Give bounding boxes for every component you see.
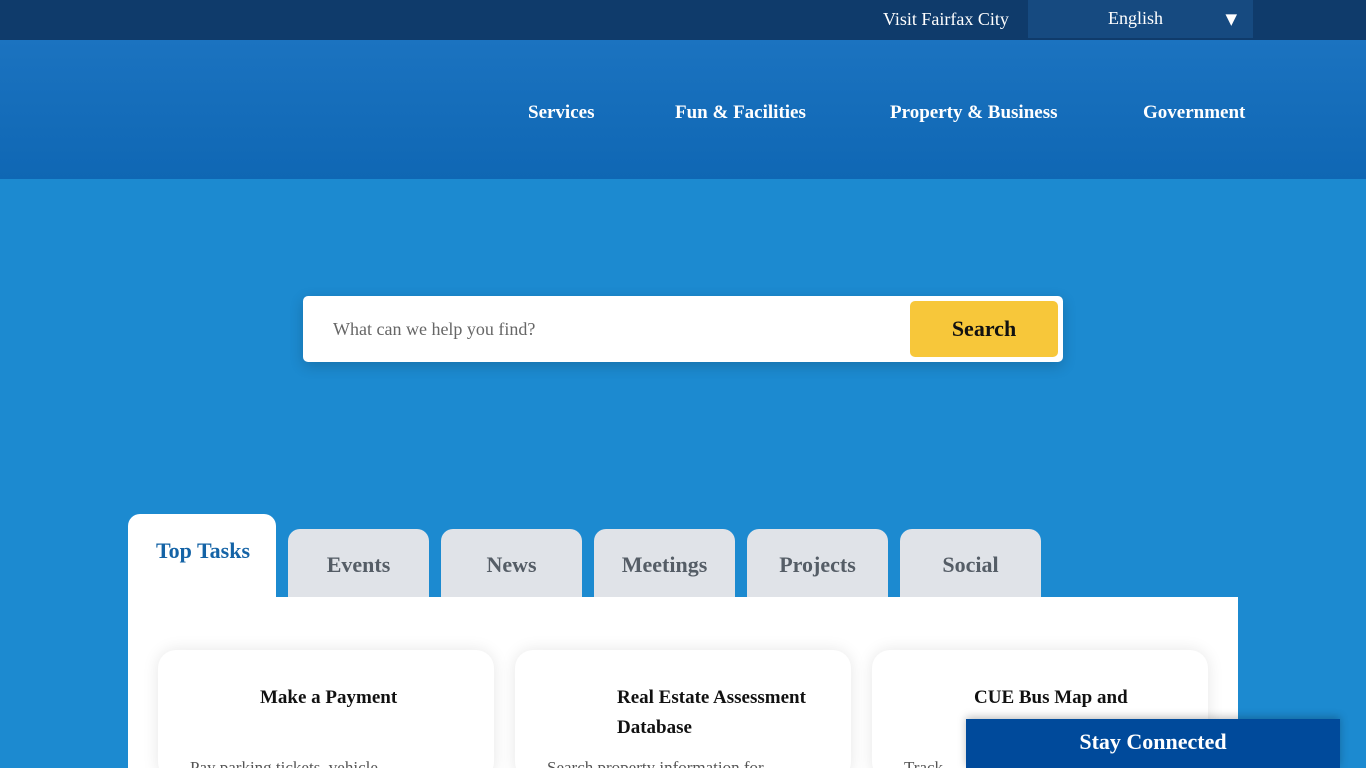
nav-item-services[interactable]: Services	[528, 102, 594, 124]
search-input[interactable]	[303, 296, 903, 362]
utility-bar: Visit Fairfax City English ▼	[0, 0, 1366, 40]
tab-projects[interactable]: Projects	[747, 529, 888, 597]
main-header: Services Fun & Facilities Property & Bus…	[0, 40, 1366, 179]
visit-fairfax-city-link[interactable]: Visit Fairfax City	[883, 9, 1009, 30]
tab-news[interactable]: News	[441, 529, 582, 597]
task-card-make-payment[interactable]: Make a Payment Pay parking tickets, vehi…	[158, 650, 494, 768]
card-title: Real Estate Assessment Database	[617, 687, 806, 738]
search-box: Search	[303, 296, 1063, 362]
tab-events[interactable]: Events	[288, 529, 429, 597]
tab-meetings[interactable]: Meetings	[594, 529, 735, 597]
card-description: Pay parking tickets, vehicle...	[190, 758, 391, 768]
nav-item-property-business[interactable]: Property & Business	[890, 102, 1057, 124]
card-description: Search property information for...	[547, 758, 776, 768]
card-description: Track...	[904, 758, 956, 768]
tab-social[interactable]: Social	[900, 529, 1041, 597]
search-button[interactable]: Search	[910, 301, 1058, 357]
language-select[interactable]: English ▼	[1028, 0, 1253, 38]
stay-connected-button[interactable]: Stay Connected	[966, 719, 1340, 768]
card-title: Make a Payment	[260, 687, 398, 708]
card-title: CUE Bus Map and	[974, 687, 1128, 708]
task-card-real-estate[interactable]: Real Estate Assessment Database Search p…	[515, 650, 851, 768]
tab-top-tasks[interactable]: Top Tasks	[128, 514, 276, 598]
nav-item-fun-facilities[interactable]: Fun & Facilities	[675, 102, 806, 124]
chevron-down-icon: ▼	[1225, 10, 1237, 28]
language-selected: English	[1108, 8, 1164, 28]
nav-item-government[interactable]: Government	[1143, 102, 1245, 124]
